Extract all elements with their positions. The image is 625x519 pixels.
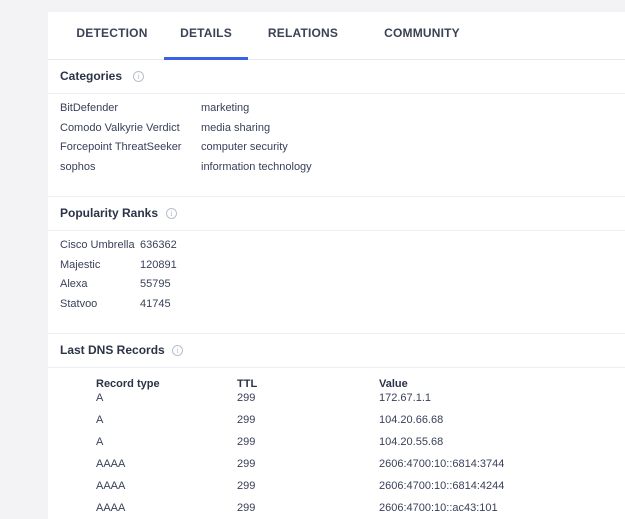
categories-list: BitDefender marketing Comodo Valkyrie Ve… xyxy=(48,94,625,185)
vendor-name: Forcepoint ThreatSeeker xyxy=(60,141,182,153)
record-value[interactable]: 2606:4700:10::6814:3744 xyxy=(379,458,504,470)
rank-value: 55795 xyxy=(140,278,171,290)
dns-header: Last DNS Records i xyxy=(48,334,625,368)
popularity-header: Popularity Ranks i xyxy=(48,197,625,231)
category-value: marketing xyxy=(201,102,250,114)
list-item: BitDefender marketing xyxy=(60,99,625,119)
category-value: information technology xyxy=(201,160,312,173)
table-row: AAAA 299 2606:4700:10::6814:4244 xyxy=(48,476,625,498)
tab-relations[interactable]: RELATIONS xyxy=(256,12,350,60)
vendor-name: sophos xyxy=(60,160,96,173)
tab-detection[interactable]: DETECTION xyxy=(68,12,156,60)
category-value: computer security xyxy=(201,141,288,153)
record-value[interactable]: 104.20.66.68 xyxy=(379,414,443,426)
table-row: A 299 104.20.55.68 xyxy=(48,432,625,454)
section-title: Last DNS Records xyxy=(60,343,165,357)
info-icon[interactable]: i xyxy=(133,71,144,82)
tab-bar: DETECTION DETAILS RELATIONS COMMUNITY xyxy=(48,12,625,60)
record-type: A xyxy=(96,392,104,404)
rank-value: 636362 xyxy=(140,239,177,251)
record-ttl: 299 xyxy=(237,392,256,404)
list-item: Cisco Umbrella 636362 xyxy=(60,236,625,256)
rank-value: 120891 xyxy=(140,258,177,271)
categories-header: Categories i xyxy=(48,60,625,94)
record-type: AAAA xyxy=(96,480,126,492)
vendor-name: BitDefender xyxy=(60,102,119,114)
record-value[interactable]: 2606:4700:10::6814:4244 xyxy=(379,480,504,492)
table-row: A 299 104.20.66.68 xyxy=(48,410,625,432)
list-item: sophos information technology xyxy=(60,158,625,178)
rank-source: Cisco Umbrella xyxy=(60,239,135,251)
section-title: Popularity Ranks xyxy=(60,206,159,220)
record-type: AAAA xyxy=(96,502,126,514)
record-value[interactable]: 2606:4700:10::ac43:101 xyxy=(379,502,498,514)
popularity-list: Cisco Umbrella 636362 Majestic 120891 Al… xyxy=(48,231,625,322)
list-item: Statvoo 41745 xyxy=(60,295,625,315)
table-row: AAAA 299 2606:4700:10::ac43:101 xyxy=(48,498,625,519)
table-row: AAAA 299 2606:4700:10::6814:3744 xyxy=(48,454,625,476)
list-item: Comodo Valkyrie Verdict media sharing xyxy=(60,119,625,139)
rank-source: Alexa xyxy=(60,278,88,290)
tab-community[interactable]: COMMUNITY xyxy=(368,12,476,60)
category-value: media sharing xyxy=(201,121,271,134)
record-ttl: 299 xyxy=(237,414,256,426)
list-item: Alexa 55795 xyxy=(60,275,625,295)
record-type: A xyxy=(96,436,104,448)
record-ttl: 299 xyxy=(237,502,256,514)
divider xyxy=(48,185,625,197)
info-icon[interactable]: i xyxy=(172,345,183,356)
list-item: Majestic 120891 xyxy=(60,256,625,276)
details-panel: DETECTION DETAILS RELATIONS COMMUNITY Ca… xyxy=(48,12,625,519)
record-type: A xyxy=(96,414,104,426)
list-item: Forcepoint ThreatSeeker computer securit… xyxy=(60,138,625,158)
vendor-name: Comodo Valkyrie Verdict xyxy=(60,121,180,134)
divider xyxy=(48,322,625,334)
table-row: A 299 172.67.1.1 xyxy=(48,388,625,410)
record-value[interactable]: 104.20.55.68 xyxy=(379,436,443,448)
record-ttl: 299 xyxy=(237,436,256,448)
dns-table: Record type TTL Value A 299 172.67.1.1 A… xyxy=(48,368,625,519)
tab-details[interactable]: DETAILS xyxy=(164,12,248,60)
record-value[interactable]: 172.67.1.1 xyxy=(379,392,431,404)
info-icon[interactable]: i xyxy=(166,208,177,219)
rank-source: Statvoo xyxy=(60,297,98,310)
record-ttl: 299 xyxy=(237,458,256,470)
section-title: Categories xyxy=(60,69,123,83)
record-type: AAAA xyxy=(96,458,126,470)
rank-source: Majestic xyxy=(60,258,101,271)
rank-value: 41745 xyxy=(140,297,171,310)
record-ttl: 299 xyxy=(237,480,256,492)
